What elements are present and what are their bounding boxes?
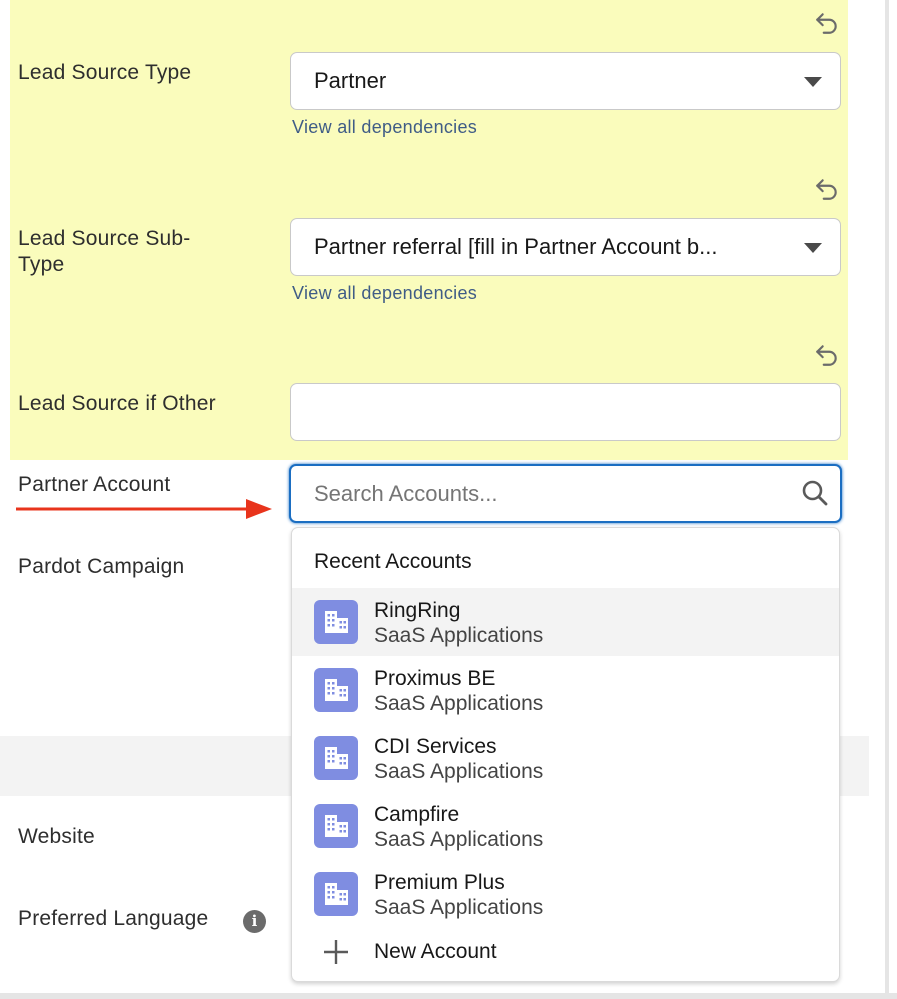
chevron-down-icon xyxy=(804,77,822,87)
account-industry: SaaS Applications xyxy=(374,692,544,715)
search-placeholder: Search Accounts... xyxy=(314,481,498,506)
panel-right-border xyxy=(885,0,889,999)
lead-source-type-value: Partner xyxy=(314,68,387,93)
pardot-campaign-label: Pardot Campaign xyxy=(18,555,185,578)
account-name: Proximus BE xyxy=(374,667,496,690)
lead-source-other-label: Lead Source if Other xyxy=(18,392,216,415)
lead-source-type-label: Lead Source Type xyxy=(18,61,192,84)
partner-account-label: Partner Account xyxy=(18,473,171,496)
lead-source-other-input[interactable] xyxy=(290,383,841,441)
account-option[interactable]: Campfire SaaS Applications xyxy=(292,792,839,860)
building-icon xyxy=(314,872,358,916)
new-account-option[interactable]: New Account xyxy=(292,928,839,978)
partner-account-search-input[interactable]: Search Accounts... xyxy=(289,464,842,523)
lead-source-subtype-label: Lead Source Sub- Type xyxy=(18,226,190,278)
account-name: RingRing xyxy=(374,599,461,622)
undo-icon[interactable] xyxy=(812,174,842,204)
lead-source-subtype-label-line1: Lead Source Sub- xyxy=(18,227,191,250)
account-name: CDI Services xyxy=(374,735,497,758)
account-name: Campfire xyxy=(374,803,460,826)
lead-source-subtype-select[interactable]: Partner referral [fill in Partner Accoun… xyxy=(290,218,841,276)
panel-bottom-border xyxy=(0,993,897,999)
chevron-down-icon xyxy=(804,243,822,253)
website-label: Website xyxy=(18,825,95,848)
preferred-language-label: Preferred Language xyxy=(18,907,209,930)
account-industry: SaaS Applications xyxy=(374,624,544,647)
undo-icon[interactable] xyxy=(812,8,842,38)
view-dependencies-link[interactable]: View all dependencies xyxy=(292,117,477,138)
account-option[interactable]: CDI Services SaaS Applications xyxy=(292,724,839,792)
building-icon xyxy=(314,600,358,644)
account-option[interactable]: RingRing SaaS Applications xyxy=(292,588,839,656)
account-industry: SaaS Applications xyxy=(374,896,544,919)
search-icon xyxy=(802,480,828,506)
recent-accounts-header: Recent Accounts xyxy=(314,550,472,573)
lead-source-type-select[interactable]: Partner xyxy=(290,52,841,110)
account-industry: SaaS Applications xyxy=(374,760,544,783)
building-icon xyxy=(314,736,358,780)
building-icon xyxy=(314,804,358,848)
recent-accounts-dropdown: Recent Accounts RingRing SaaS Applicatio… xyxy=(291,527,840,982)
building-icon xyxy=(314,668,358,712)
info-icon[interactable]: i xyxy=(243,910,266,933)
plus-icon xyxy=(324,940,348,964)
account-option[interactable]: Premium Plus SaaS Applications xyxy=(292,860,839,928)
account-option[interactable]: Proximus BE SaaS Applications xyxy=(292,656,839,724)
lead-source-subtype-value: Partner referral [fill in Partner Accoun… xyxy=(314,234,718,259)
undo-icon[interactable] xyxy=(812,340,842,370)
red-arrow-annotation xyxy=(16,499,272,519)
account-industry: SaaS Applications xyxy=(374,828,544,851)
lead-source-subtype-label-line2: Type xyxy=(18,253,65,276)
view-dependencies-link[interactable]: View all dependencies xyxy=(292,283,477,304)
account-name: Premium Plus xyxy=(374,871,505,894)
new-account-label: New Account xyxy=(374,940,497,963)
